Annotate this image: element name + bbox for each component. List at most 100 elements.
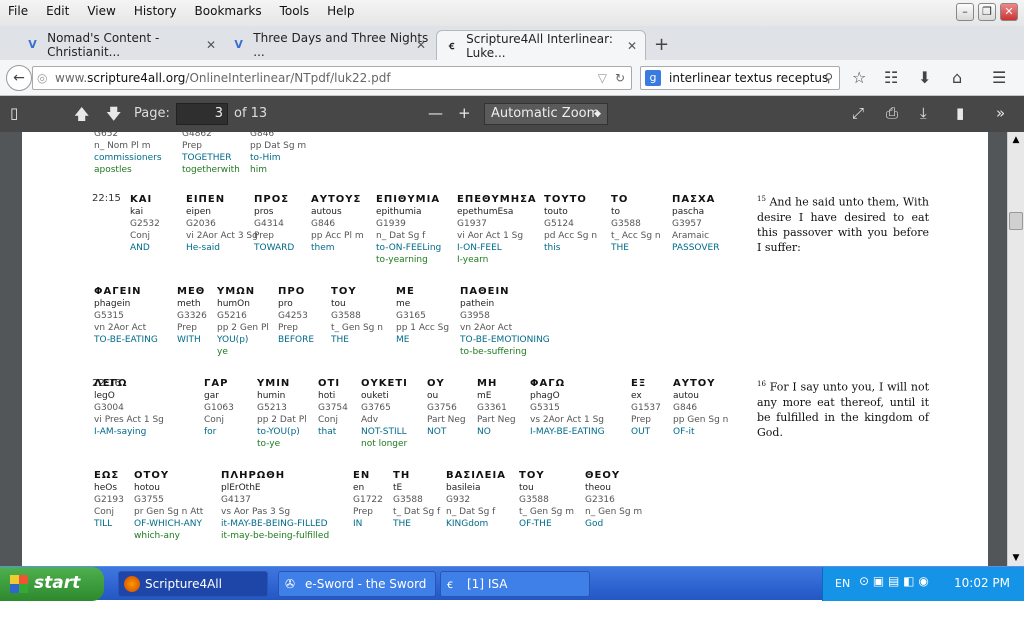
menu-help[interactable]: Help: [327, 4, 354, 18]
verse-reference: 22:15: [92, 193, 121, 204]
tab-favicon-icon: V: [234, 38, 243, 51]
previous-page-icon[interactable]: 🡅: [74, 104, 89, 129]
taskbar-item-firefox[interactable]: Scripture4All Interline...: [118, 571, 268, 615]
minimize-button[interactable]: –: [956, 3, 974, 21]
page-label: Page:: [134, 106, 170, 121]
menu-tools[interactable]: Tools: [280, 4, 310, 18]
word-e2: it-may-be-being-fulfilled: [221, 531, 330, 541]
scroll-up-icon[interactable]: ▲: [1008, 132, 1024, 148]
download-icon[interactable]: ⤓: [920, 104, 927, 122]
word-e1: to-Him: [250, 153, 281, 163]
word-t: legO: [94, 391, 115, 401]
word-e2: I-yearn: [457, 255, 489, 265]
select-arrow-icon: ◆: [594, 109, 601, 119]
zoom-out-icon[interactable]: —: [428, 104, 443, 122]
word-p: n_ Gen Sg m: [585, 507, 643, 517]
word-e2: him: [250, 165, 267, 175]
globe-icon: ◎: [37, 71, 48, 85]
menu-history[interactable]: History: [134, 4, 177, 18]
tools-icon[interactable]: »: [996, 104, 1005, 122]
back-button[interactable]: ←: [6, 65, 32, 91]
tab-close-icon[interactable]: ✕: [416, 38, 426, 52]
print-icon[interactable]: ⎙: [886, 104, 898, 122]
sidebar-toggle-icon[interactable]: ▯: [10, 104, 18, 122]
restore-button[interactable]: ❐: [978, 3, 996, 21]
scroll-down-icon[interactable]: ▼: [1008, 550, 1024, 566]
word-e1: it-MAY-BE-BEING-FILLED: [221, 519, 328, 529]
scrollbar-thumb[interactable]: [1009, 212, 1023, 230]
url-host: scripture4all.org: [87, 71, 186, 85]
tab-label: Nomad's Content - Christianit...: [47, 31, 160, 59]
hamburger-menu-icon[interactable]: ☰: [992, 68, 1006, 87]
tab-close-icon[interactable]: ✕: [206, 38, 216, 52]
tab-nomads-content[interactable]: V Nomad's Content - Christianit... ✕: [18, 30, 224, 60]
menu-bookmarks[interactable]: Bookmarks: [195, 4, 262, 18]
word-s: G3958: [460, 311, 490, 321]
isa-icon: ꞓ: [447, 577, 453, 591]
menu-edit[interactable]: Edit: [46, 4, 69, 18]
close-window-button[interactable]: ✕: [1000, 3, 1018, 21]
url-bar[interactable]: ◎ www.scripture4all.org/OnlineInterlinea…: [32, 66, 632, 90]
taskbar-label: Scripture4All Interline...: [145, 577, 222, 615]
zoom-select[interactable]: Automatic Zoom ◆: [484, 103, 608, 125]
pdf-viewer[interactable]: G652 n_ Nom Pl m commissioners apostles G486…: [0, 132, 1024, 566]
url-path: /OnlineInterlinear/NTpdf/luk22.pdf: [185, 71, 391, 85]
word-g: ΠΑΘΕΙΝ: [460, 286, 510, 297]
taskbar-item-isa[interactable]: ꞓ [1] ISA: [440, 571, 590, 597]
zoom-value: Automatic Zoom: [491, 106, 600, 121]
google-icon[interactable]: g: [645, 70, 661, 86]
search-box[interactable]: g interlinear textus receptus ⚲: [640, 66, 840, 90]
system-tray: EN ⊙ ▣ ▤ ◧ ◉ 10:02 PM: [822, 567, 1024, 601]
menu-view[interactable]: View: [87, 4, 115, 18]
reading-list-icon[interactable]: ☷: [884, 68, 898, 87]
tab-favicon-icon: V: [28, 38, 37, 51]
downloads-icon[interactable]: ⬇: [918, 68, 931, 87]
interlinear-word: ΠΑΘΕΙΝ pathein G3958 vn 2Aor Act TO-BE-EMOTI…: [460, 286, 580, 358]
home-icon[interactable]: ⌂: [952, 68, 962, 87]
new-tab-button[interactable]: +: [654, 34, 669, 55]
vertical-scrollbar[interactable]: ▲ ▼: [1007, 132, 1024, 566]
navigation-toolbar: ← ◎ www.scripture4all.org/OnlineInterlin…: [0, 60, 1024, 96]
taskbar-item-esword[interactable]: ✇ e-Sword - the Sword ...: [278, 571, 436, 615]
english-verse-text: 15 And he said unto them, With desire I …: [757, 192, 929, 255]
word-e1: I-AM-saying: [94, 427, 147, 437]
fullscreen-icon[interactable]: ⤢: [852, 104, 864, 122]
start-button[interactable]: start: [0, 567, 104, 601]
pdf-toolbar: ▯ 🡅 🡇 Page: 3 of 13 — + Automatic Zoom ◆ …: [0, 96, 1024, 132]
verse-number: 15: [757, 195, 766, 203]
search-icon[interactable]: ⚲: [824, 67, 833, 89]
tab-three-days[interactable]: V Three Days and Three Nights ... ✕: [224, 30, 434, 60]
word-t: plErOthE: [221, 483, 261, 493]
bookmark-icon[interactable]: ▮: [956, 104, 964, 122]
taskbar-label: e-Sword - the Sword ...: [305, 577, 427, 615]
word-e2: to-be-suffering: [460, 347, 527, 357]
tab-label: Scripture4All Interlinear: Luke...: [466, 31, 613, 60]
word-p: pp Dat Sg m: [250, 141, 307, 151]
title-bar: File Edit View History Bookmarks Tools H…: [0, 0, 1024, 26]
reload-icon[interactable]: ↻: [615, 67, 625, 89]
esword-icon: ✇: [285, 577, 296, 591]
url-prefix: www.: [55, 71, 88, 85]
tab-scripture4all[interactable]: ꞓ Scripture4All Interlinear: Luke... ✕: [436, 30, 646, 60]
zoom-in-icon[interactable]: +: [458, 104, 471, 122]
page-number-input[interactable]: 3: [176, 103, 228, 125]
verse-number: 16: [757, 380, 766, 388]
english-text: For I say unto you, I will not any more …: [757, 380, 929, 439]
word-e1: TO-BE-EMOTIONING: [460, 335, 550, 345]
search-input[interactable]: interlinear textus receptus: [669, 71, 828, 85]
tab-close-icon[interactable]: ✕: [627, 39, 637, 53]
word-p: vs Aor Pas 3 Sg: [221, 507, 291, 517]
interlinear-word: ΛΕΓΩ legO G3004 vi Pres Act 1 Sg I-AM-saying: [94, 378, 214, 438]
word-s: G2316: [585, 495, 615, 505]
start-label: start: [34, 573, 81, 593]
tab-label: Three Days and Three Nights ...: [253, 31, 429, 59]
next-page-icon[interactable]: 🡇: [106, 104, 121, 129]
language-indicator[interactable]: EN: [835, 577, 850, 590]
word-e1: God: [585, 519, 604, 529]
tray-icons[interactable]: ⊙ ▣ ▤ ◧ ◉: [859, 574, 929, 588]
taskbar-label: [1] ISA: [467, 577, 508, 591]
english-text: And he said unto them, With desire I hav…: [757, 195, 929, 254]
dropdown-arrow-icon[interactable]: ▽: [598, 67, 607, 89]
bookmark-star-icon[interactable]: ☆: [852, 68, 866, 87]
menu-file[interactable]: File: [8, 4, 28, 18]
